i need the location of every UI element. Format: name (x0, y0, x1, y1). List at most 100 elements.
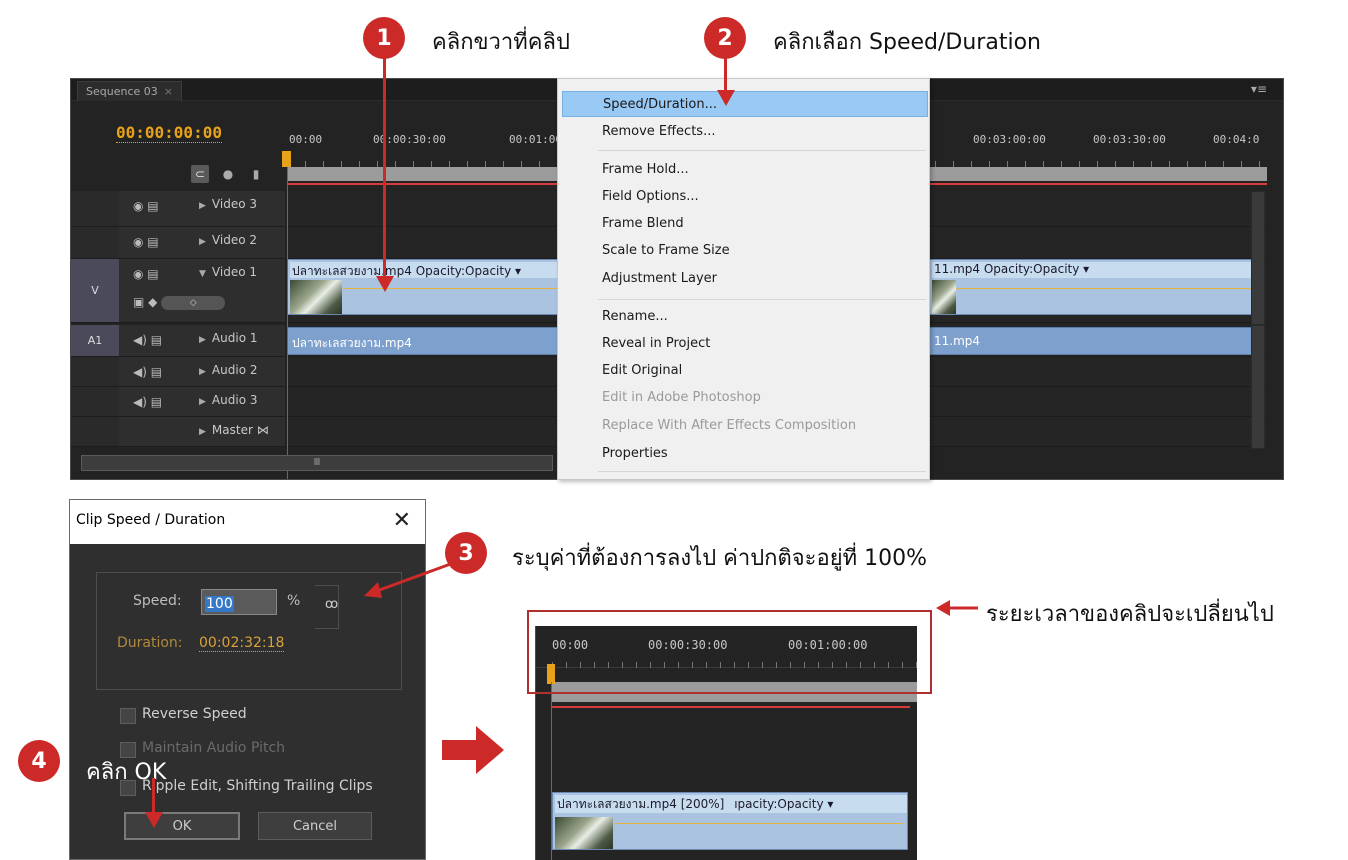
keyframe-nav-icon[interactable]: ▣ ◆ ◇ (133, 295, 226, 310)
ruler-label: 00:03:00:00 (973, 133, 1046, 146)
note-arrow (936, 600, 978, 616)
context-menu: Speed/Duration... Remove Effects... Fram… (557, 78, 930, 480)
tab-sequence-label: Sequence 03 (86, 85, 158, 98)
step-3-arrow (364, 560, 457, 598)
horizontal-scrollbar[interactable]: Ⅲ (81, 455, 553, 471)
track-name: Video 2 (211, 233, 257, 247)
step-4-badge: 4 (18, 740, 60, 782)
track-header-master: ▶ Master ⋈ (119, 417, 285, 447)
opacity-dropdown[interactable]: Opacity:Opacity (984, 262, 1079, 276)
chain-link-icon[interactable]: ꝏ (325, 597, 338, 612)
speaker-icon[interactable]: ◀) ▤ (133, 395, 162, 409)
tab-sequence[interactable]: Sequence 03 × (77, 81, 182, 101)
flag-icon[interactable]: ▮ (247, 165, 265, 183)
preview-clip-name: ปลาทะเลสวยงาม.mp4 [200%] (557, 797, 725, 811)
dialog-title: Clip Speed / Duration (76, 512, 226, 528)
menu-item-reveal-in-project[interactable]: Reveal in Project (562, 331, 928, 357)
audio-clip[interactable]: 11.mp4 (929, 327, 1265, 355)
track-tag-a1[interactable]: A1 (71, 325, 119, 357)
step-1-caption: คลิกขวาที่คลิป (432, 30, 570, 55)
collapse-icon[interactable]: ▼ (199, 269, 206, 279)
menu-item-replace-ae[interactable]: Replace With After Effects Composition (562, 413, 928, 439)
track-name: Audio 2 (211, 363, 258, 377)
menu-item-properties[interactable]: Properties (562, 441, 928, 467)
menu-separator (598, 471, 926, 472)
track-header-video-2: ◉ ▤ ▶ Video 2 (119, 227, 285, 259)
ruler-label: 00:03:30:00 (1093, 133, 1166, 146)
track-tag[interactable] (71, 357, 119, 387)
highlight-box (527, 610, 932, 694)
ok-button[interactable]: OK (124, 812, 240, 840)
expand-icon[interactable]: ▶ (199, 237, 206, 247)
speed-label: Speed: (133, 593, 182, 609)
timecode-display[interactable]: 00:00:00:00 (116, 123, 222, 143)
reverse-speed-checkbox[interactable] (120, 708, 136, 724)
menu-item-frame-hold[interactable]: Frame Hold... (562, 157, 928, 183)
expand-icon[interactable]: ▶ (199, 397, 206, 407)
menu-item-frame-blend[interactable]: Frame Blend (562, 211, 928, 237)
reverse-speed-label: Reverse Speed (142, 706, 247, 722)
video-clip[interactable]: 11.mp4 Opacity:Opacity ▾ (929, 259, 1265, 315)
close-icon[interactable]: ✕ (393, 508, 411, 533)
step-3-caption: ระบุค่าที่ต้องการลงไป ค่าปกติจะอยู่ที่ 1… (512, 546, 927, 571)
menu-item-scale-to-frame[interactable]: Scale to Frame Size (562, 238, 928, 264)
menu-item-rename[interactable]: Rename... (562, 304, 928, 330)
track-tag-v[interactable]: V (71, 259, 119, 323)
eye-icon[interactable]: ◉ ▤ (133, 235, 159, 249)
opacity-line[interactable] (956, 288, 1260, 289)
menu-item-adjustment-layer[interactable]: Adjustment Layer (562, 266, 928, 292)
playhead-handle[interactable] (282, 151, 291, 167)
expand-icon[interactable]: ▶ (199, 201, 206, 211)
track-header-video-1: ◉ ▤ ▼ Video 1 ▣ ◆ ◇ (119, 259, 285, 323)
preview-render-bar (552, 706, 910, 708)
audio-scrollbar[interactable] (1251, 325, 1265, 449)
eye-icon[interactable]: ◉ ▤ (133, 199, 159, 213)
right-arrow-icon (442, 726, 504, 774)
video-clip[interactable]: ปลาทะเลสวยงาม.mp4 Opacity:Opacity ▾ (287, 259, 563, 315)
menu-item-remove-effects[interactable]: Remove Effects... (562, 119, 928, 145)
video-scrollbar[interactable] (1251, 191, 1265, 325)
expand-icon[interactable]: ▶ (199, 335, 206, 345)
track-tag[interactable] (71, 227, 119, 259)
duration-value[interactable]: 00:02:32:18 (199, 635, 285, 652)
expand-icon[interactable]: ▶ (199, 367, 206, 377)
preview-opacity-label: ıpacity:Opacity (734, 797, 824, 811)
step-1-arrowhead (376, 276, 394, 292)
track-header-audio-3: ◀) ▤ ▶ Audio 3 (119, 387, 285, 417)
track-header-audio-1: ◀) ▤ ▶ Audio 1 (119, 325, 285, 357)
clip-name: 11.mp4 (934, 262, 981, 276)
track-tag[interactable] (71, 191, 119, 227)
step-2-caption: คลิกเลือก Speed/Duration (773, 30, 1041, 55)
snap-icon[interactable]: ⊂ (191, 165, 209, 183)
clip-speed-dialog: Clip Speed / Duration ✕ Speed: 100 % ꝏ D… (69, 499, 426, 860)
speed-duration-group: Speed: 100 % ꝏ Duration: 00:02:32:18 (96, 572, 402, 690)
duration-label: Duration: (117, 635, 183, 651)
menu-item-speed-duration[interactable]: Speed/Duration... (562, 91, 928, 117)
eye-icon[interactable]: ◉ ▤ (133, 267, 159, 281)
step-1-badge: 1 (363, 17, 405, 59)
track-tag[interactable] (71, 387, 119, 417)
preview-opacity-line (615, 823, 903, 824)
speed-input[interactable]: 100 (201, 589, 277, 615)
clip-thumbnail (932, 280, 956, 314)
marker-icon[interactable]: ● (219, 165, 237, 183)
panel-menu-icon[interactable]: ▾≡ (1251, 82, 1267, 96)
step-4-arrow (152, 778, 155, 814)
menu-item-edit-original[interactable]: Edit Original (562, 358, 928, 384)
track-name: Audio 3 (211, 393, 258, 407)
speaker-icon[interactable]: ◀) ▤ (133, 365, 162, 379)
speaker-icon[interactable]: ◀) ▤ (133, 333, 162, 347)
track-tag[interactable] (71, 417, 119, 447)
audio-clip[interactable]: ปลาทะเลสวยงาม.mp4 (287, 327, 563, 355)
opacity-dropdown[interactable]: Opacity:Opacity (416, 264, 511, 278)
menu-item-field-options[interactable]: Field Options... (562, 184, 928, 210)
close-icon[interactable]: × (164, 85, 173, 98)
menu-separator (598, 299, 926, 300)
expand-icon[interactable]: ▶ (199, 427, 206, 437)
menu-item-edit-photoshop[interactable]: Edit in Adobe Photoshop (562, 385, 928, 411)
cancel-button[interactable]: Cancel (258, 812, 372, 840)
track-name: Master (211, 423, 253, 437)
track-name: Video 1 (211, 265, 257, 279)
playhead-line (287, 151, 288, 479)
mix-icon[interactable]: ⋈ (257, 423, 269, 437)
